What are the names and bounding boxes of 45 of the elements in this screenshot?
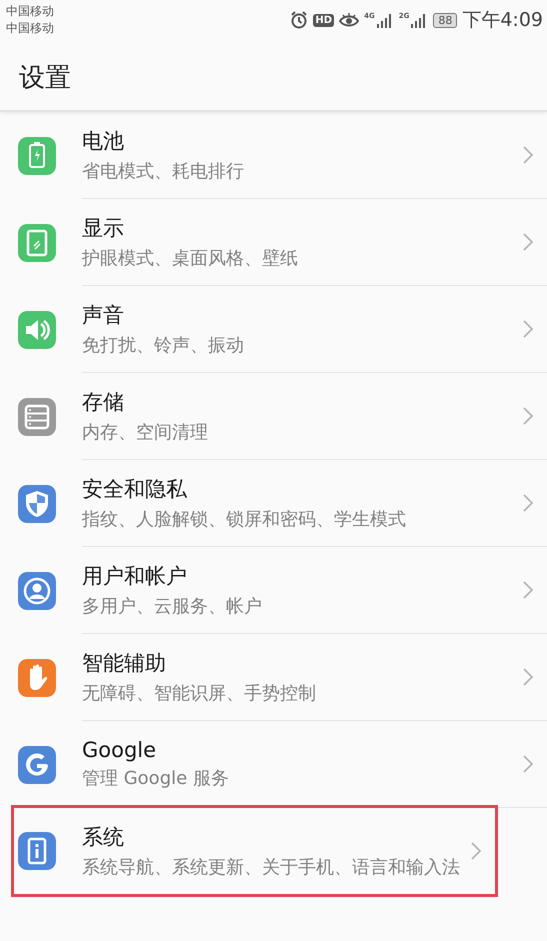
item-title: 安全和隐私 bbox=[82, 476, 188, 502]
item-title: 系统 bbox=[82, 824, 125, 850]
chevron-icon bbox=[523, 755, 533, 773]
item-subtitle: 免打扰、铃声、振动 bbox=[82, 334, 245, 358]
item-title: 声音 bbox=[82, 302, 125, 328]
settings-item[interactable]: 显示 护眼模式、桌面风格、壁纸 bbox=[16, 199, 547, 286]
chevron-icon bbox=[523, 233, 533, 251]
carrier-name: 中国移动 bbox=[6, 3, 54, 20]
settings-item[interactable]: 存储 内存、空间清理 bbox=[16, 373, 547, 460]
settings-item[interactable]: 安全和隐私 指纹、人脸解锁、锁屏和密码、学生模式 bbox=[16, 460, 547, 547]
carrier-name: 中国移动 bbox=[6, 20, 54, 37]
item-subtitle: 管理 Google 服务 bbox=[82, 766, 230, 790]
battery-indicator: 88 bbox=[433, 12, 458, 28]
alarm-icon bbox=[290, 11, 308, 29]
chevron-icon bbox=[471, 842, 481, 860]
item-title: 智能辅助 bbox=[82, 650, 167, 676]
chevron-icon bbox=[523, 668, 533, 686]
item-subtitle: 无障碍、智能识屏、手势控制 bbox=[82, 682, 317, 706]
settings-item[interactable]: 电池 省电模式、耗电排行 bbox=[16, 112, 547, 199]
highlighted-settings-item[interactable]: 系统 系统导航、系统更新、关于手机、语言和输入法 bbox=[14, 808, 495, 894]
hd-indicator: HD bbox=[313, 14, 334, 26]
item-subtitle: 省电模式、耗电排行 bbox=[82, 160, 245, 184]
item-subtitle: 护眼模式、桌面风格、壁纸 bbox=[82, 246, 299, 270]
item-title: 电池 bbox=[82, 128, 125, 154]
chevron-icon bbox=[523, 146, 533, 164]
clock: 下午4:09 bbox=[462, 8, 543, 33]
chevron-icon bbox=[523, 320, 533, 338]
signal-icon bbox=[376, 12, 394, 28]
settings-item[interactable]: 声音 免打扰、铃声、振动 bbox=[16, 286, 547, 373]
page-title: 设置 bbox=[18, 62, 72, 95]
settings-item[interactable]: 用户和帐户 多用户、云服务、帐户 bbox=[16, 547, 547, 634]
chevron-icon bbox=[523, 581, 533, 599]
item-title: Google bbox=[82, 738, 158, 762]
item-subtitle: 内存、空间清理 bbox=[82, 420, 209, 444]
chevron-icon bbox=[523, 407, 533, 425]
chevron-icon bbox=[523, 494, 533, 512]
item-title: 用户和帐户 bbox=[82, 562, 188, 590]
item-subtitle: 系统导航、系统更新、关于手机、语言和输入法 bbox=[82, 856, 461, 880]
item-subtitle: 多用户、云服务、帐户 bbox=[82, 594, 263, 618]
settings-item[interactable]: Google 管理 Google 服务 bbox=[16, 721, 547, 808]
settings-item[interactable]: 智能辅助 无障碍、智能识屏、手势控制 bbox=[16, 634, 547, 721]
item-subtitle: 指纹、人脸解锁、锁屏和密码、学生模式 bbox=[82, 508, 407, 532]
eye-icon bbox=[339, 12, 360, 28]
item-title: 显示 bbox=[82, 214, 125, 242]
item-title: 存储 bbox=[82, 388, 125, 416]
